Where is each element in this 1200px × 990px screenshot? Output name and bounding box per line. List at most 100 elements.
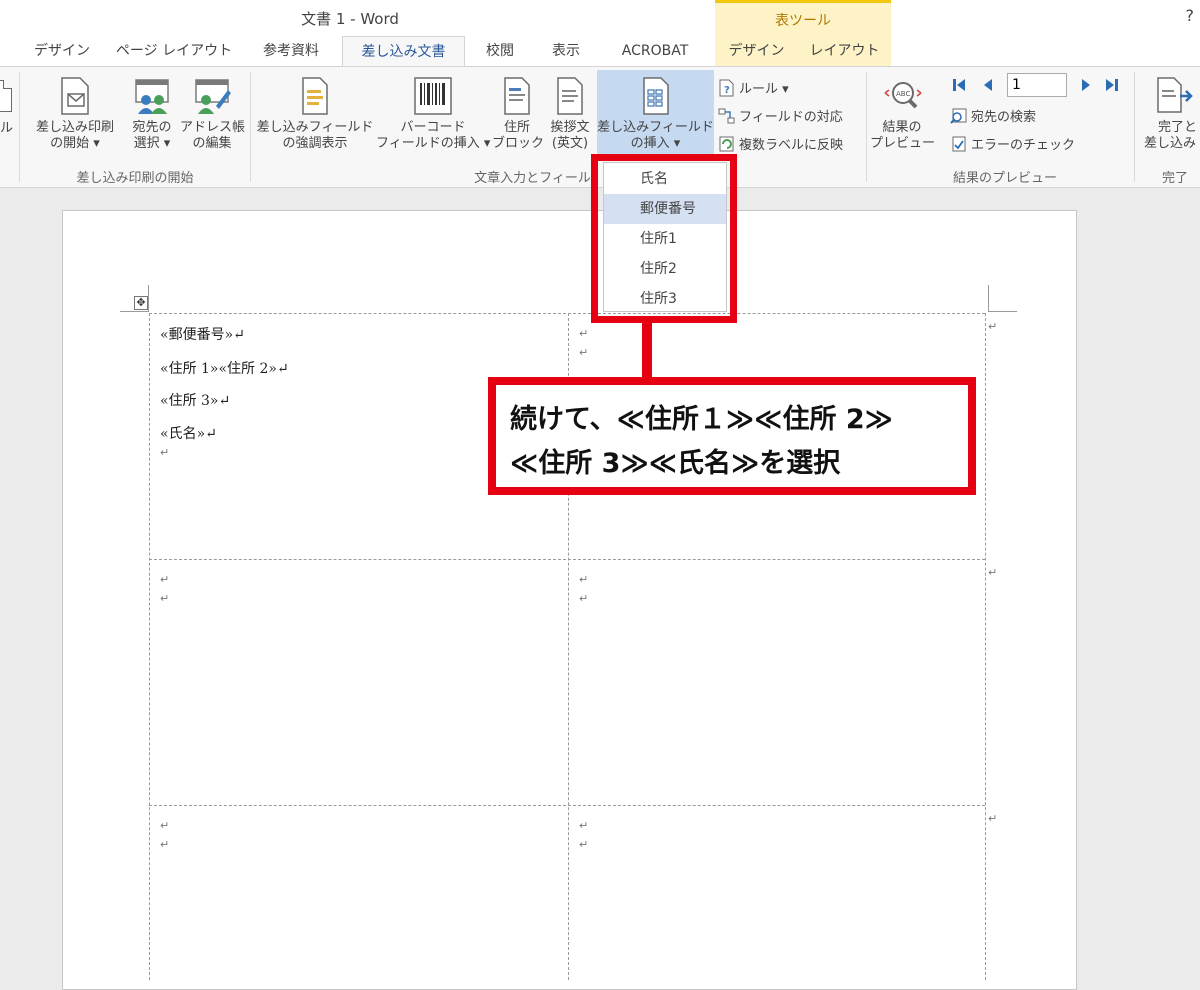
paragraph-mark: ↵	[160, 592, 170, 605]
match-fields-label: フィールドの対応	[739, 110, 843, 125]
greeting-line-label-2: (英文)	[551, 136, 589, 151]
last-record-icon[interactable]	[1104, 77, 1120, 93]
highlight-fields-icon	[302, 77, 328, 115]
paragraph-mark: ↵	[579, 838, 589, 851]
edit-recipients-button[interactable]: アドレス帳 の編集	[180, 76, 246, 152]
table-border	[985, 313, 986, 980]
paragraph-mark: ↵	[160, 446, 170, 459]
paragraph-mark: ↵	[988, 566, 998, 579]
check-errors-label: エラーのチェック	[971, 138, 1076, 153]
callout-line-2: ≪住所 3≫≪氏名≫を選択	[510, 448, 841, 479]
select-recipients-button[interactable]: 宛先の 選択 ▾	[124, 76, 180, 152]
finish-group-label: 完了	[1161, 171, 1188, 186]
update-labels-icon	[719, 136, 734, 151]
barcode-icon	[414, 77, 452, 115]
finish-merge-label-2: 差し込み	[1144, 136, 1197, 151]
match-fields-button[interactable]: フィールドの対応	[718, 106, 843, 125]
address-block-button[interactable]: 住所 ブロック	[492, 76, 545, 152]
tab-review[interactable]: 校閲	[472, 36, 528, 67]
barcode-label-2: フィールドの挿入 ▾	[376, 136, 491, 151]
finish-merge-icon	[1157, 77, 1193, 113]
group-separator	[250, 72, 251, 182]
write-group-label: 文章入力とフィール	[474, 171, 591, 186]
paragraph-mark: ↵	[579, 573, 589, 586]
paragraph-mark: ↵	[988, 320, 998, 333]
greeting-line-button[interactable]: 挨拶文 (英文)	[544, 76, 596, 152]
group-separator	[1134, 72, 1135, 182]
address-block-label-2: ブロック	[492, 136, 545, 151]
previous-record-icon[interactable]	[981, 77, 995, 93]
update-labels-label: 複数ラベルに反映	[739, 138, 844, 153]
record-number-input[interactable]	[1007, 73, 1067, 97]
tab-table-layout[interactable]: レイアウト	[798, 36, 891, 67]
svg-text:?: ?	[724, 85, 730, 96]
edit-recipients-label-2: の編集	[192, 136, 232, 151]
match-fields-icon	[718, 108, 735, 123]
insert-merge-field-button[interactable]: 差し込みフィールド の挿入 ▾	[597, 70, 714, 156]
paragraph-mark: ↵	[160, 819, 170, 832]
tab-design[interactable]: デザイン	[22, 36, 102, 67]
partial-button-label[interactable]: ル	[0, 121, 13, 137]
help-button[interactable]: ?	[1186, 6, 1195, 25]
group-separator	[19, 72, 20, 182]
rules-button[interactable]: ? ルール ▾	[718, 78, 789, 97]
finish-merge-button[interactable]: 完了と 差し込み	[1140, 76, 1200, 152]
annotation-callout: 続けて、≪住所１≫≪住所 2≫ ≪住所 3≫≪氏名≫を選択	[488, 377, 976, 495]
select-recipients-label-2: 選択 ▾	[133, 136, 171, 151]
merge-field-address-1-2[interactable]: «住所 1»«住所 2»↵	[160, 358, 289, 378]
tab-mailings[interactable]: 差し込み文書	[342, 36, 465, 67]
preview-results-label-2: プレビュー	[870, 136, 936, 151]
tab-references[interactable]: 参考資料	[246, 36, 336, 67]
tab-page-layout[interactable]: ページ レイアウト	[110, 36, 238, 67]
find-recipient-button[interactable]: 宛先の検索	[950, 106, 1036, 125]
paragraph-mark: ↵	[160, 838, 170, 851]
paragraph-mark: ↵	[160, 573, 170, 586]
greeting-line-icon	[557, 77, 583, 115]
table-border	[149, 559, 985, 560]
finish-merge-label-1: 完了と	[1158, 120, 1198, 135]
table-move-handle-icon[interactable]: ✥	[134, 296, 148, 310]
annotation-connector	[642, 318, 652, 382]
next-record-icon[interactable]	[1079, 77, 1093, 93]
merge-field-address-3[interactable]: «住所 3»↵	[160, 390, 230, 410]
paragraph-mark: ↵	[579, 346, 589, 359]
tab-table-design[interactable]: デザイン	[715, 36, 798, 67]
window-title: 文書 1 - Word	[301, 10, 399, 28]
rules-label: ルール ▾	[739, 82, 789, 97]
merge-field-postal-code[interactable]: «郵便番号»↵	[160, 324, 245, 344]
greeting-line-label-1: 挨拶文	[550, 120, 590, 135]
callout-line-1: 続けて、≪住所１≫≪住所 2≫	[510, 404, 893, 435]
preview-results-label-1: 結果の	[882, 120, 922, 135]
start-group-label: 差し込み印刷の開始	[76, 171, 194, 186]
edit-recipients-label-1: アドレス帳	[180, 120, 246, 135]
rules-icon: ?	[719, 79, 734, 96]
address-block-label-1: 住所	[503, 120, 530, 135]
select-recipients-label-1: 宛先の	[132, 120, 172, 135]
preview-results-button[interactable]: ABC 結果の プレビュー	[870, 76, 936, 152]
paragraph-mark: ↵	[579, 327, 589, 340]
check-errors-icon	[952, 136, 966, 151]
tab-view[interactable]: 表示	[535, 36, 597, 67]
check-errors-button[interactable]: エラーのチェック	[950, 134, 1075, 153]
start-mail-merge-button[interactable]: 差し込み印刷 の開始 ▾	[30, 76, 120, 152]
barcode-field-button[interactable]: バーコード フィールドの挿入 ▾	[376, 76, 490, 152]
insert-merge-field-label-2: の挿入 ▾	[630, 136, 681, 151]
highlight-fields-label-1: 差し込みフィールド	[256, 120, 374, 135]
tab-acrobat[interactable]: ACROBAT	[605, 36, 705, 67]
paragraph-mark: ↵	[579, 592, 589, 605]
group-separator	[866, 72, 867, 182]
svg-text:ABC: ABC	[896, 90, 910, 98]
annotation-highlight-box	[591, 154, 737, 323]
update-labels-button[interactable]: 複数ラベルに反映	[718, 134, 843, 153]
insert-merge-field-icon	[642, 77, 669, 115]
highlight-fields-label-2: の強調表示	[282, 136, 348, 151]
highlight-fields-button[interactable]: 差し込みフィールド の強調表示	[254, 76, 376, 152]
recipients-icon	[135, 79, 169, 114]
merge-field-name[interactable]: «氏名»↵	[160, 423, 217, 443]
table-tools-label: 表ツール	[775, 13, 831, 29]
edit-list-icon	[195, 79, 231, 114]
first-record-icon[interactable]	[951, 77, 967, 93]
envelope-doc-icon	[0, 80, 12, 112]
start-merge-label-2: の開始 ▾	[50, 136, 100, 151]
start-merge-icon	[61, 77, 89, 115]
